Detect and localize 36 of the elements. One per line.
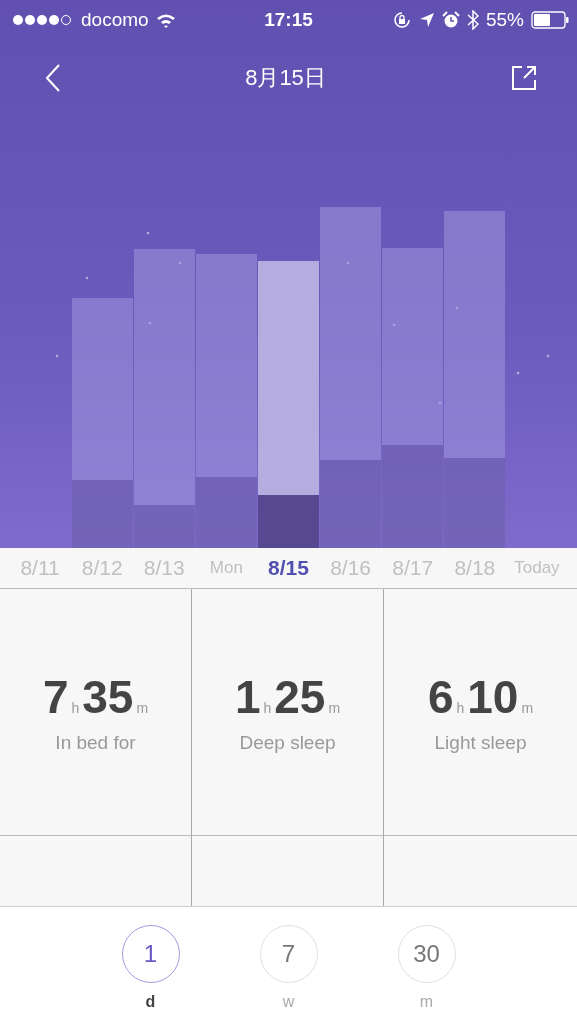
- share-icon[interactable]: [511, 64, 537, 91]
- rotation-lock-icon: [391, 10, 412, 30]
- sleep-bar[interactable]: [257, 261, 320, 548]
- battery-percent: 55%: [485, 9, 524, 31]
- hour-unit: h: [456, 700, 465, 716]
- range-unit: d: [145, 993, 156, 1011]
- minute-unit: m: [136, 700, 149, 716]
- back-icon[interactable]: [46, 63, 60, 92]
- minute-unit: m: [521, 700, 534, 716]
- hours-value: 1: [234, 670, 261, 724]
- page-title: 8月15日: [245, 63, 326, 92]
- range-unit: m: [419, 993, 434, 1011]
- clock-time: 17:15: [264, 9, 313, 31]
- stat-label: In bed for: [55, 732, 136, 754]
- carrier-name: docomo: [81, 9, 149, 31]
- stat-label: Light sleep: [434, 732, 527, 754]
- bluetooth-icon: [466, 10, 479, 30]
- minutes-value: 25: [274, 670, 326, 724]
- hours-value: 7: [42, 670, 69, 724]
- range-unit: w: [282, 993, 295, 1011]
- wifi-icon: [155, 12, 176, 28]
- range-button[interactable]: 30: [397, 925, 456, 983]
- location-icon: [418, 12, 435, 28]
- signal-icon: [12, 14, 74, 26]
- range-button[interactable]: 7: [259, 925, 318, 983]
- hours-value: 6: [427, 670, 454, 724]
- minutes-value: 35: [82, 670, 134, 724]
- battery-icon: [531, 11, 569, 29]
- range-button[interactable]: 1: [121, 925, 180, 983]
- hour-unit: h: [71, 700, 80, 716]
- hour-unit: h: [263, 700, 272, 716]
- minute-unit: m: [328, 700, 341, 716]
- minutes-value: 10: [467, 670, 519, 724]
- alarm-icon: [441, 11, 460, 29]
- date-tab[interactable]: 8/15: [257, 556, 320, 580]
- stat-label: Deep sleep: [239, 732, 336, 754]
